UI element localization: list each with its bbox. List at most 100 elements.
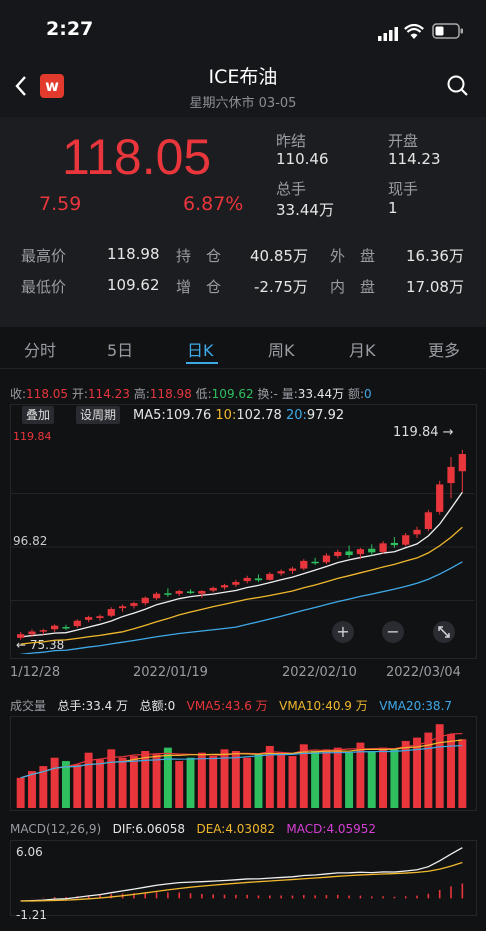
prev-close-value: 110.46: [276, 150, 329, 168]
dea-value: 4.03082: [225, 822, 275, 836]
candle-body: [51, 625, 59, 630]
volume-bar: [458, 739, 467, 808]
tab-weekly-k[interactable]: 周K: [268, 337, 295, 361]
candle-body: [300, 560, 308, 569]
dea-label: DEA:: [196, 822, 226, 836]
hold-value: 40.85万: [250, 247, 308, 265]
set-period-button[interactable]: 设周期: [76, 406, 121, 424]
candle-body: [447, 466, 455, 484]
volume-bar: [73, 764, 82, 808]
volume-bar: [277, 752, 286, 808]
volume-bar: [367, 751, 376, 808]
search-icon[interactable]: [446, 74, 470, 102]
zoom-out-button[interactable]: −: [382, 621, 404, 643]
macd-title: MACD(12,26,9): [10, 822, 102, 836]
dif-label: DIF:: [112, 822, 136, 836]
candle-body: [186, 591, 195, 593]
market-status: 星期六休市 03-05: [189, 96, 297, 111]
zoom-in-button[interactable]: +: [332, 621, 354, 643]
amount-label: 额:: [347, 387, 364, 401]
candle-body: [436, 484, 444, 512]
close-value: 118.05: [26, 387, 69, 401]
overlay-button[interactable]: 叠加: [22, 406, 55, 424]
price-change: 7.59: [39, 193, 82, 215]
volume-bar: [61, 761, 70, 808]
volume-bar: [322, 749, 331, 808]
open-value: 114.23: [87, 387, 130, 401]
volume-bar: [163, 747, 172, 808]
candle-body: [266, 573, 274, 580]
volume-chart: [16, 724, 467, 808]
vol-amount-value: 0: [167, 699, 176, 713]
candle-body: [118, 606, 127, 609]
tab-intraday[interactable]: 分时: [24, 337, 56, 361]
date-label-4: 2022/03/04: [386, 665, 461, 680]
candle-body: [379, 543, 387, 552]
volume-title: 成交量: [10, 699, 47, 713]
tab-more[interactable]: 更多: [428, 337, 460, 361]
wifi-icon: [404, 23, 424, 44]
volume-value: 33.44万: [276, 201, 334, 219]
vma20-value: 38.7: [425, 699, 453, 713]
vol-amount-label: 总额:: [139, 699, 168, 713]
open-label: 开盘: [388, 132, 419, 150]
candle-body: [368, 548, 376, 553]
macd-value: 4.05952: [326, 822, 377, 836]
volume-bar: [197, 752, 206, 808]
candle-body: [17, 634, 25, 638]
hold-label: 持 仓: [176, 247, 222, 265]
ma20-value: 97.92: [306, 408, 345, 423]
candle-body: [96, 616, 104, 619]
candle-body: [413, 529, 421, 535]
page-title: ICE布油: [208, 66, 278, 88]
last-price: 118.05: [62, 129, 212, 185]
current-label: 现手: [388, 180, 419, 198]
ma5-line: [20, 491, 463, 638]
low-label: 低:: [195, 387, 212, 401]
close-label: 收:: [10, 387, 27, 401]
signal-icon: [378, 26, 400, 41]
candle-body: [198, 591, 206, 594]
volume-bar: [129, 756, 138, 808]
volume-bar: [390, 749, 399, 808]
candle-body: [73, 620, 81, 627]
tab-5day[interactable]: 5日: [107, 337, 133, 361]
current-value: 1: [388, 199, 398, 217]
macd-label: MACD:: [286, 822, 327, 836]
volume-bar: [413, 737, 422, 808]
candle-body: [141, 597, 149, 604]
high-value: 118.98: [149, 387, 192, 401]
price-change-pct: 6.87%: [183, 193, 244, 215]
vma20-label: VMA20:: [379, 699, 426, 713]
outer-label: 外 盘: [330, 247, 376, 265]
vma10-label: VMA10:: [279, 699, 326, 713]
candle-body: [62, 627, 70, 629]
fullscreen-icon[interactable]: [433, 621, 455, 643]
volume-bar: [345, 752, 354, 808]
candle-body: [209, 587, 217, 591]
ma-legend: MA5:109.76 10:102.78 20:97.92: [133, 408, 344, 423]
vma5-label: VMA5:: [186, 699, 226, 713]
dea-line: [20, 861, 463, 902]
low-label: 最低价: [21, 278, 67, 296]
vol-total-value: 33.4 万: [85, 699, 129, 713]
candle-body: [356, 549, 365, 555]
tab-monthly-k[interactable]: 月K: [349, 337, 376, 361]
vol-total-label: 总手:: [57, 699, 86, 713]
period-tabs: [0, 330, 486, 369]
tab-daily-k[interactable]: 日K: [187, 337, 214, 361]
vma10-value: 40.9 万: [325, 699, 368, 713]
candle-body: [28, 631, 36, 635]
candle-body: [164, 593, 172, 595]
candle-body: [152, 593, 161, 599]
volume-bar: [95, 759, 104, 808]
volume-bar: [379, 747, 388, 808]
volume-bar: [254, 754, 263, 808]
battery-icon: [432, 23, 464, 43]
candle-body: [254, 578, 263, 581]
prev-close-label: 昨结: [276, 132, 307, 150]
volume-bar: [50, 757, 59, 808]
candle-body: [345, 551, 353, 556]
ma5-label: MA5:: [133, 408, 166, 423]
volume-bar: [447, 734, 455, 808]
